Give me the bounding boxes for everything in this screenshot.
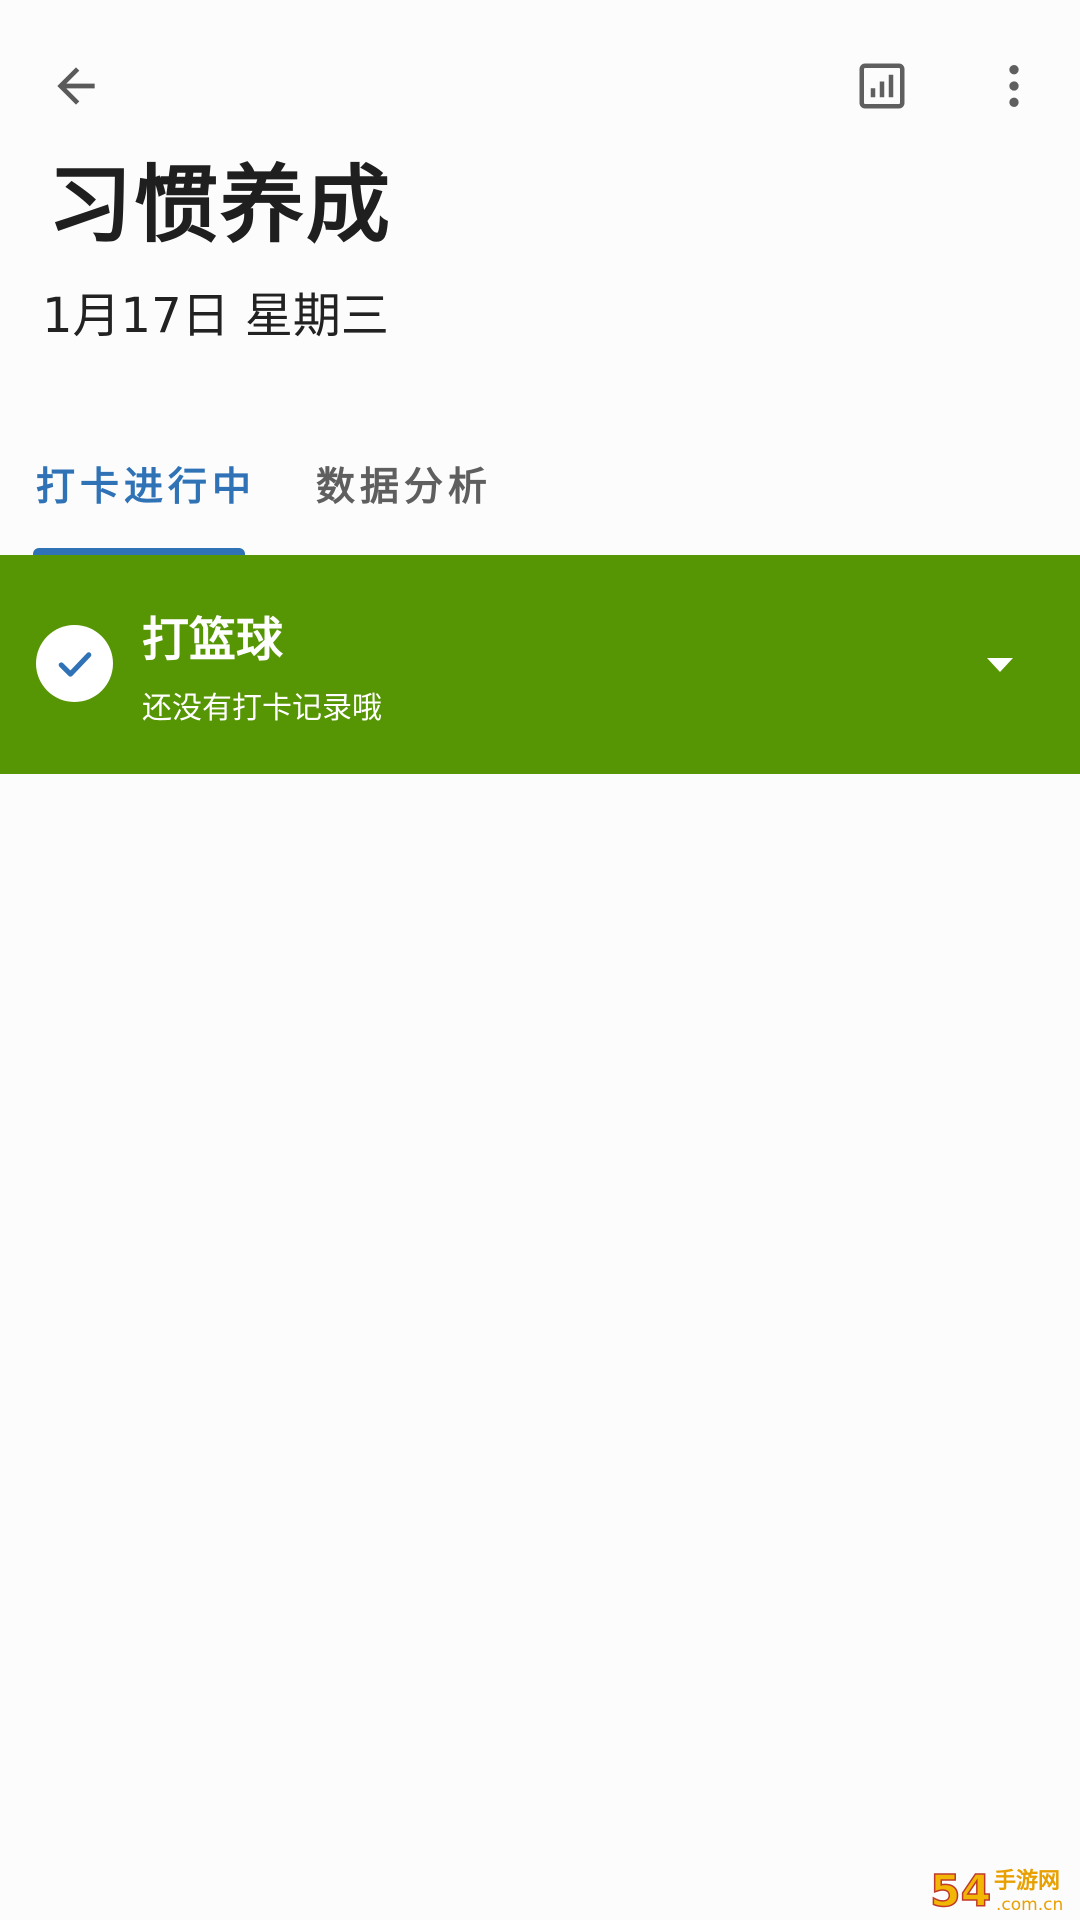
bar-chart-box-icon (859, 63, 905, 109)
watermark-name: 手游网 (994, 1868, 1060, 1894)
page-title: 习惯养成 (48, 156, 393, 254)
habit-check-button[interactable] (36, 625, 113, 702)
habit-status: 还没有打卡记录哦 (142, 691, 382, 726)
habit-card[interactable]: 打篮球 还没有打卡记录哦 (0, 555, 1080, 774)
checkmark-icon (58, 651, 91, 677)
more-vertical-icon (1009, 65, 1019, 107)
arrow-back-icon (57, 67, 95, 105)
watermark-logo: 54 手游网 .com.cn (929, 1865, 1063, 1918)
tab-checkin-in-progress[interactable]: 打卡进行中 (36, 460, 256, 516)
more-options-button[interactable] (966, 38, 1062, 134)
habit-name: 打篮球 (142, 613, 283, 668)
expand-habit-button[interactable] (960, 625, 1040, 705)
back-button[interactable] (28, 38, 124, 134)
watermark-brand: 54 (930, 1866, 991, 1917)
dropdown-arrow-icon (987, 658, 1013, 672)
current-date: 1月17日 星期三 (42, 288, 389, 344)
tab-data-analysis[interactable]: 数据分析 (316, 460, 492, 516)
watermark-domain: .com.cn (996, 1895, 1063, 1915)
habit-page: 习惯养成 1月17日 星期三 打卡进行中 数据分析 打篮球 还没有打卡记录哦 5… (0, 0, 1080, 1920)
statistics-button[interactable] (834, 38, 930, 134)
